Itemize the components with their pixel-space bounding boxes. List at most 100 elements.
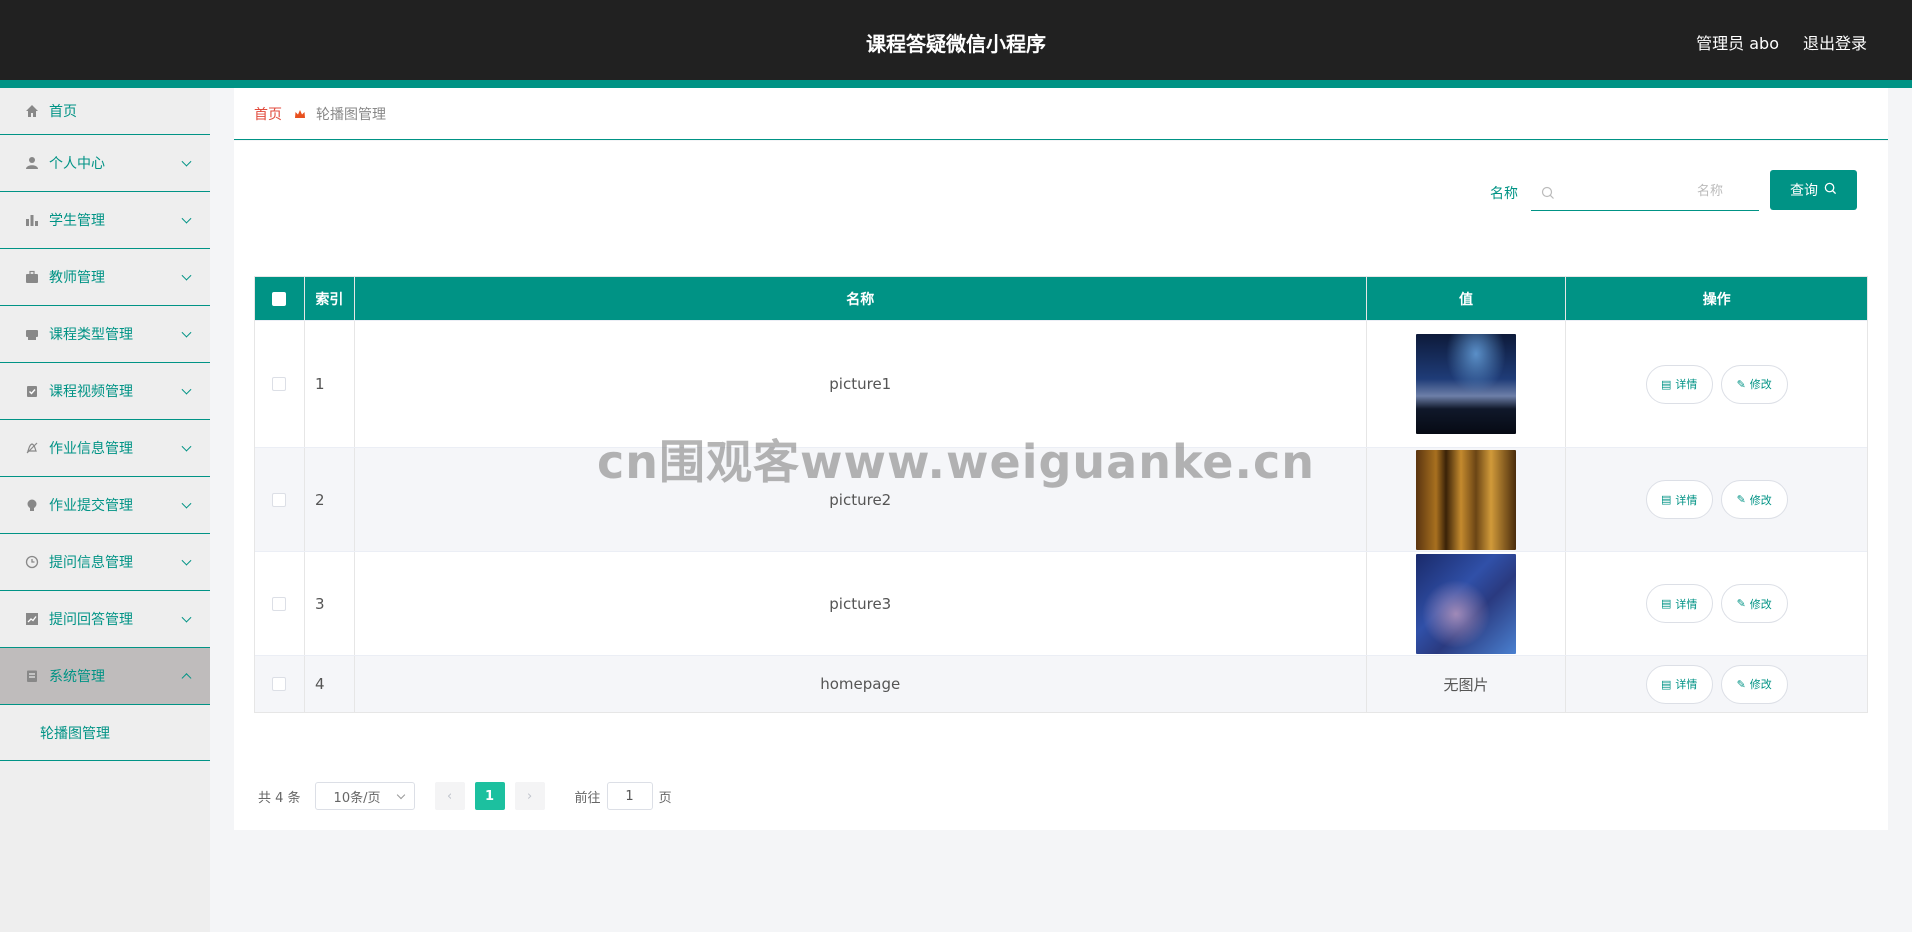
- printer-icon: [24, 326, 40, 342]
- page-size-select[interactable]: 10条/页: [314, 782, 415, 810]
- row-checkbox-cell: [255, 656, 305, 712]
- sidebar-item-personal-center[interactable]: 个人中心: [0, 135, 210, 192]
- sidebar-item-homework-info[interactable]: 作业信息管理: [0, 420, 210, 477]
- sidebar-item-system[interactable]: 系统管理: [0, 648, 210, 705]
- prev-page-button[interactable]: ‹: [434, 782, 465, 810]
- header-accent-bar: [0, 80, 1912, 88]
- edit-button-label: 修改: [1749, 493, 1772, 507]
- home-icon: [24, 103, 40, 119]
- edit-button-label: 修改: [1749, 378, 1772, 391]
- clock-icon: [24, 554, 40, 570]
- search-field: [1531, 173, 1759, 211]
- sidebar-item-home[interactable]: 首页: [0, 88, 210, 135]
- edit-button[interactable]: ✎ 修改: [1720, 584, 1788, 623]
- row-ops-cell: ▤ 详情 ✎ 修改: [1566, 656, 1867, 712]
- sidebar-item-students[interactable]: 学生管理: [0, 192, 210, 249]
- table-row: 3 picture3 ▤ 详情 ✎ 修改: [255, 551, 1867, 655]
- sidebar-item-label: 作业提交管理: [49, 498, 133, 514]
- chevron-down-icon: [181, 555, 192, 566]
- search-input[interactable]: [1555, 176, 1735, 207]
- bulb-icon: [24, 497, 40, 513]
- detail-button[interactable]: ▤ 详情: [1645, 480, 1713, 519]
- next-page-button[interactable]: ›: [514, 782, 545, 810]
- column-header-index: 索引: [305, 277, 355, 320]
- chevron-down-icon: [181, 213, 192, 224]
- row-name: picture1: [355, 321, 1367, 447]
- row-value-cell: [1367, 321, 1567, 447]
- sidebar: 首页 个人中心 学生管理 教师管理 课程类型管理 课程视频管理 作业信息管理 作…: [0, 88, 210, 932]
- row-checkbox-cell: [255, 448, 305, 551]
- row-ops-cell: ▤ 详情 ✎ 修改: [1566, 321, 1867, 447]
- sidebar-item-label: 作业信息管理: [49, 441, 133, 457]
- row-index: 2: [305, 448, 355, 551]
- search-icon: [1541, 185, 1555, 199]
- sidebar-item-label: 个人中心: [49, 156, 105, 172]
- chevron-right-icon: ›: [526, 788, 533, 804]
- row-checkbox[interactable]: [272, 492, 287, 507]
- query-button[interactable]: 查询: [1770, 170, 1857, 210]
- column-header-value: 值: [1367, 277, 1567, 320]
- detail-button[interactable]: ▤ 详情: [1645, 364, 1713, 404]
- row-index: 1: [305, 321, 355, 447]
- clipboard-check-icon: [24, 383, 40, 399]
- document-icon: [24, 668, 40, 684]
- column-header-name: 名称: [355, 277, 1367, 320]
- pencil-icon: ✎: [1736, 493, 1746, 506]
- page-number-current[interactable]: 1: [474, 782, 505, 810]
- trend-chart-icon: [24, 611, 40, 627]
- sidebar-item-teachers[interactable]: 教师管理: [0, 249, 210, 306]
- detail-button[interactable]: ▤ 详情: [1645, 664, 1713, 704]
- table-row: 1 picture1 ▤ 详情 ✎ 修改: [255, 320, 1867, 447]
- row-name: homepage: [355, 656, 1367, 712]
- breadcrumb-home[interactable]: 首页: [254, 104, 282, 124]
- sidebar-item-course-types[interactable]: 课程类型管理: [0, 306, 210, 363]
- row-ops-cell: ▤ 详情 ✎ 修改: [1566, 448, 1867, 551]
- document-icon: ▤: [1660, 493, 1672, 506]
- chevron-left-icon: ‹: [446, 788, 453, 804]
- edit-button[interactable]: ✎ 修改: [1720, 364, 1788, 404]
- row-checkbox-cell: [255, 321, 305, 447]
- sidebar-item-course-videos[interactable]: 课程视频管理: [0, 363, 210, 420]
- row-checkbox-cell: [255, 552, 305, 655]
- edit-button[interactable]: ✎ 修改: [1720, 480, 1788, 519]
- sidebar-item-question-info[interactable]: 提问信息管理: [0, 534, 210, 591]
- carousel-image-thumbnail: [1416, 449, 1516, 550]
- row-checkbox[interactable]: [272, 377, 287, 391]
- column-header-ops: 操作: [1702, 291, 1731, 308]
- edit-button[interactable]: ✎ 修改: [1720, 664, 1788, 704]
- sidebar-item-homework-submit[interactable]: 作业提交管理: [0, 477, 210, 534]
- top-header: 课程答疑微信小程序 管理员 abo 退出登录: [0, 0, 1912, 80]
- sidebar-item-label: 课程视频管理: [49, 384, 133, 400]
- detail-button-label: 详情: [1675, 378, 1698, 391]
- detail-button-label: 详情: [1675, 493, 1698, 507]
- sidebar-item-label: 提问回答管理: [49, 612, 133, 628]
- crown-icon: [294, 108, 306, 120]
- chevron-down-icon: [181, 327, 192, 338]
- bar-chart-icon: [24, 212, 40, 228]
- logout-link[interactable]: 退出登录: [1803, 30, 1867, 54]
- pencil-icon: ✎: [1736, 677, 1746, 691]
- header-user-area: 管理员 abo 退出登录: [1696, 30, 1867, 54]
- detail-button[interactable]: ▤ 详情: [1645, 584, 1713, 623]
- document-icon: ▤: [1660, 597, 1672, 610]
- sidebar-item-label: 首页: [49, 104, 77, 120]
- query-button-label: 查询: [1790, 183, 1818, 199]
- table-header: 索引 名称 值 操作: [255, 277, 1867, 320]
- chevron-up-icon: [181, 673, 192, 684]
- admin-user-label: 管理员 abo: [1696, 34, 1779, 53]
- briefcase-icon: [24, 269, 40, 285]
- goto-page-input[interactable]: [606, 782, 653, 810]
- sidebar-subitem-carousel[interactable]: 轮播图管理: [0, 705, 210, 761]
- sidebar-item-question-answers[interactable]: 提问回答管理: [0, 591, 210, 648]
- row-checkbox[interactable]: [272, 677, 287, 691]
- row-index: 3: [305, 552, 355, 655]
- sidebar-item-label: 课程类型管理: [49, 327, 133, 343]
- header-checkbox-cell: [255, 277, 305, 320]
- row-checkbox[interactable]: [272, 596, 287, 611]
- pencil-icon: ✎: [1736, 597, 1746, 610]
- chevron-down-icon: [181, 384, 192, 395]
- select-all-checkbox[interactable]: [272, 291, 287, 306]
- app-title: 课程答疑微信小程序: [866, 32, 1046, 56]
- breadcrumb: 首页 轮播图管理: [234, 88, 1888, 140]
- sidebar-item-label: 系统管理: [49, 669, 105, 685]
